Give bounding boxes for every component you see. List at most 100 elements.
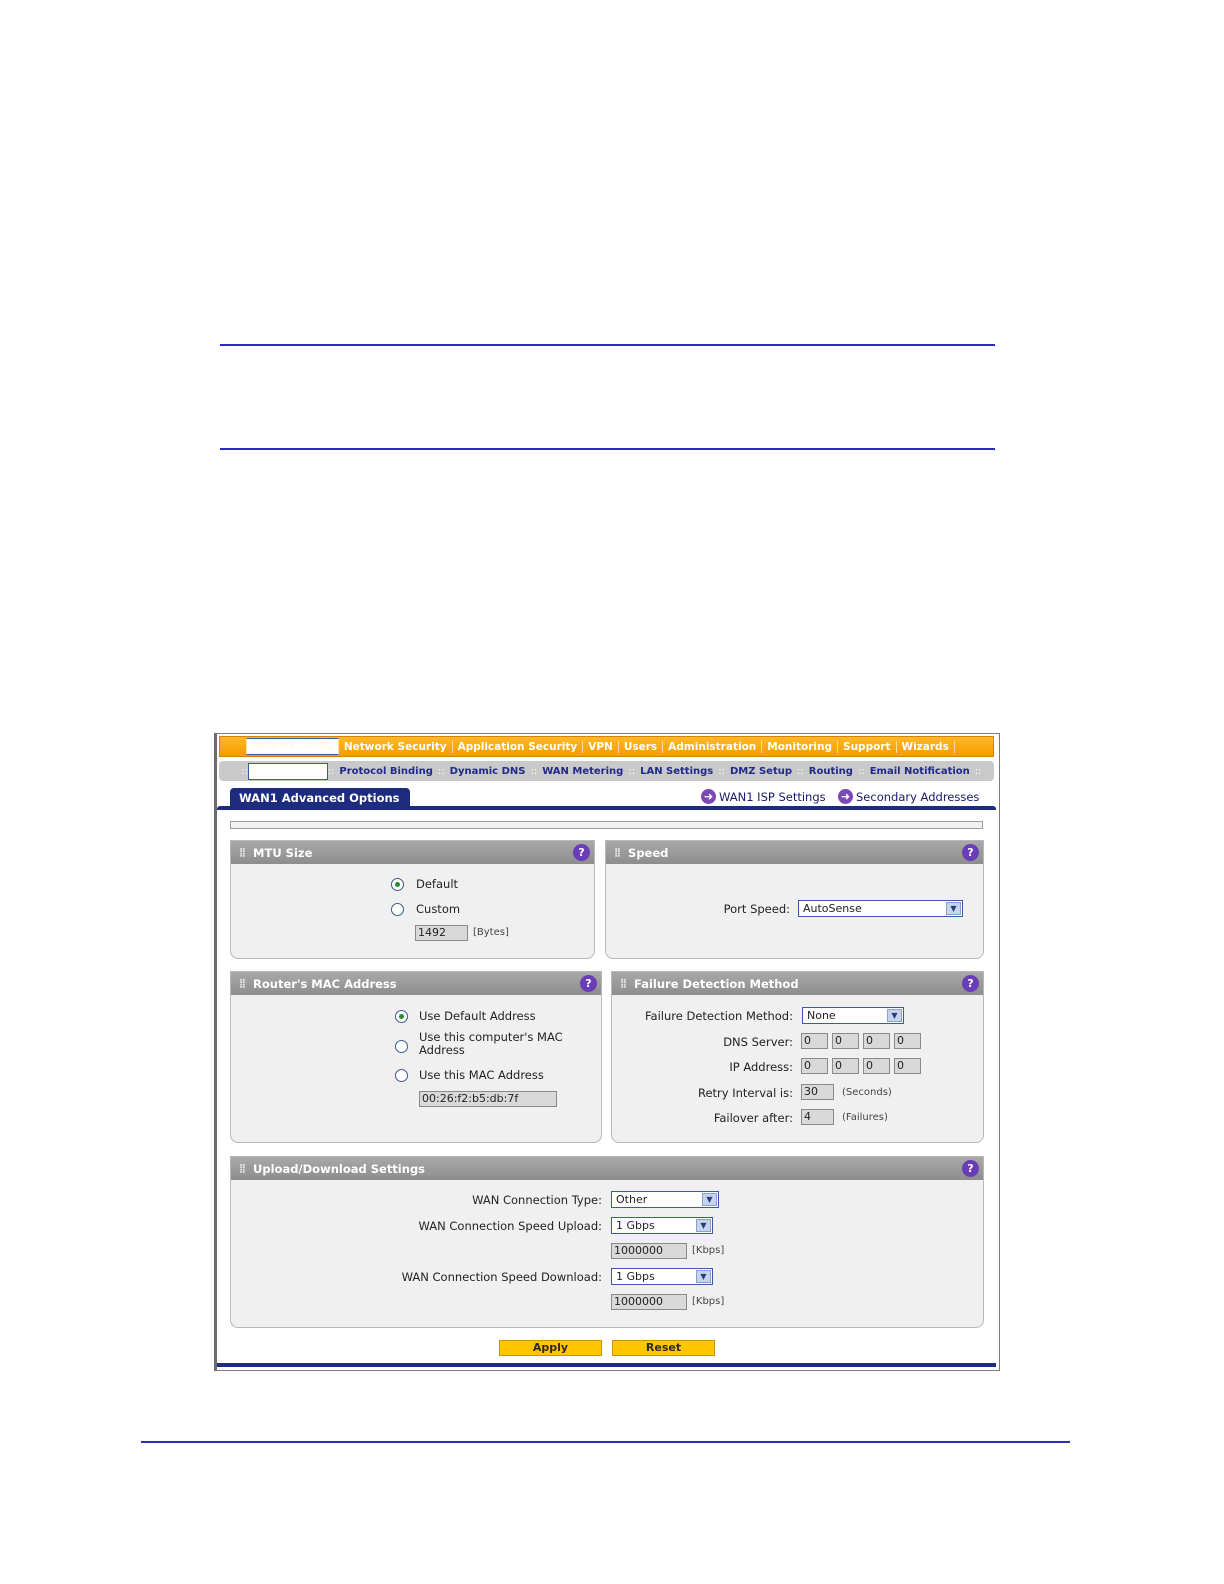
mac-address-input[interactable]: 00:26:f2:b5:db:7f [419,1091,557,1107]
ip-octet-3[interactable]: 0 [863,1058,890,1074]
subnav-protocol-binding[interactable]: Protocol Binding [334,766,438,777]
header-rule-top [220,344,995,346]
grip-icon: ⣿ [239,1163,246,1174]
nav-network-config[interactable]: Network Config [246,738,339,755]
upload-kbps-input[interactable]: 1000000 [611,1243,687,1259]
main-nav: Network Config Network Security Applicat… [219,736,994,757]
header-rule-bottom [220,448,995,450]
grip-icon: ⣿ [239,978,246,989]
subnav-wan-settings[interactable]: WAN Settings [247,762,328,780]
ip-octet-2[interactable]: 0 [832,1058,859,1074]
nav-administration[interactable]: Administration [663,740,763,753]
download-kbps-input[interactable]: 1000000 [611,1294,687,1310]
download-kbps-unit: [Kbps] [692,1296,725,1307]
download-speed-select[interactable]: 1 Gbps ▼ [611,1268,713,1285]
nav-monitoring[interactable]: Monitoring [762,740,839,753]
port-speed-label: Port Speed: [723,902,790,916]
dns-octet-4[interactable]: 0 [894,1033,921,1049]
upload-download-panel: ⣿ Upload/Download Settings ? [230,1156,984,1328]
mac-default-label: Use Default Address [419,1009,536,1023]
help-icon[interactable]: ? [962,844,979,861]
wan-type-select[interactable]: Other ▼ [611,1191,719,1208]
grip-icon: ⣿ [239,847,246,858]
nav-wizards[interactable]: Wizards [897,740,955,753]
help-icon[interactable]: ? [962,1160,979,1177]
wan-type-value: Other [616,1193,648,1206]
secondary-addresses-link[interactable]: ➜ Secondary Addresses [838,789,979,804]
mac-default-radio[interactable] [395,1010,408,1023]
failure-method-select[interactable]: None ▼ [802,1007,904,1024]
failover-unit: (Failures) [842,1112,888,1123]
apply-button[interactable]: Apply [499,1340,602,1356]
mtu-size-header: ⣿ MTU Size ? [231,841,594,864]
subnav-routing[interactable]: Routing [804,766,858,777]
failure-method-value: None [807,1009,836,1022]
speed-title: Speed [628,845,669,860]
nav-network-security[interactable]: Network Security [339,740,453,753]
grip-icon: ⣿ [614,847,621,858]
failure-detection-header: ⣿ Failure Detection Method ? [612,972,983,995]
secondary-addresses-label: Secondary Addresses [856,789,980,804]
mtu-unit: [Bytes] [473,927,509,938]
subnav-dmz-setup[interactable]: DMZ Setup [725,766,797,777]
chevron-down-icon: ▼ [702,1193,717,1206]
upload-download-header: ⣿ Upload/Download Settings ? [231,1157,983,1180]
wan-type-label: WAN Connection Type: [472,1193,602,1207]
screenshot-left-edge [214,733,217,1371]
failover-label: Failover after: [713,1111,793,1125]
upload-download-title: Upload/Download Settings [253,1161,426,1176]
help-icon[interactable]: ? [962,975,979,992]
upload-kbps-unit: [Kbps] [692,1245,725,1256]
dns-octet-1[interactable]: 0 [801,1033,828,1049]
upload-speed-label: WAN Connection Speed Upload: [418,1219,602,1233]
speed-header: ⣿ Speed ? [606,841,983,864]
wan1-isp-settings-link[interactable]: ➜ WAN1 ISP Settings [701,789,826,804]
mtu-default-radio[interactable] [391,878,404,891]
footer-rule [141,1441,1070,1443]
mac-computer-radio[interactable] [395,1040,408,1053]
retry-interval-unit: (Seconds) [842,1087,892,1098]
reset-button[interactable]: Reset [612,1340,715,1356]
arrow-right-icon: ➜ [701,789,716,804]
nav-users[interactable]: Users [619,740,664,753]
failover-input[interactable]: 4 [801,1109,834,1125]
chevron-down-icon: ▼ [946,902,961,915]
port-speed-select[interactable]: AutoSense ▼ [798,900,963,917]
mac-this-radio[interactable] [395,1069,408,1082]
page-title-tab: WAN1 Advanced Options [230,788,410,808]
dns-octet-2[interactable]: 0 [832,1033,859,1049]
nav-vpn[interactable]: VPN [583,740,619,753]
mac-address-title: Router's MAC Address [253,976,397,991]
subnav-dynamic-dns[interactable]: Dynamic DNS [445,766,531,777]
nav-support[interactable]: Support [838,740,897,753]
mac-computer-label: Use this computer's MAC Address [419,1030,563,1057]
mtu-custom-radio[interactable] [391,903,404,916]
tab-underline [217,806,996,810]
router-screenshot: Network Config Network Security Applicat… [214,733,1000,1371]
help-icon[interactable]: ? [573,844,590,861]
nav-application-security[interactable]: Application Security [453,740,584,753]
ip-octet-4[interactable]: 0 [894,1058,921,1074]
arrow-right-icon: ➜ [838,789,853,804]
port-speed-value: AutoSense [803,902,862,915]
ip-octet-1[interactable]: 0 [801,1058,828,1074]
mtu-custom-label: Custom [416,902,461,916]
dns-server-label: DNS Server: [723,1035,793,1049]
chevron-down-icon: ▼ [696,1270,711,1283]
dns-octet-3[interactable]: 0 [863,1033,890,1049]
upload-speed-value: 1 Gbps [616,1219,655,1232]
ip-address-label: IP Address: [729,1060,793,1074]
grip-icon: ⣿ [620,978,627,989]
upload-speed-select[interactable]: 1 Gbps ▼ [611,1217,713,1234]
download-speed-label: WAN Connection Speed Download: [401,1270,602,1284]
bottom-border [217,1363,996,1367]
help-icon[interactable]: ? [580,975,597,992]
retry-interval-input[interactable]: 30 [801,1084,834,1100]
mac-this-label: Use this MAC Address [419,1068,544,1082]
mtu-bytes-input[interactable]: 1492 [415,925,468,941]
subnav-email-notification[interactable]: Email Notification [865,766,975,777]
wan1-isp-settings-label: WAN1 ISP Settings [719,789,826,804]
subnav-wan-metering[interactable]: WAN Metering [537,766,628,777]
mac-address-header: ⣿ Router's MAC Address ? [231,972,601,995]
subnav-lan-settings[interactable]: LAN Settings [635,766,718,777]
